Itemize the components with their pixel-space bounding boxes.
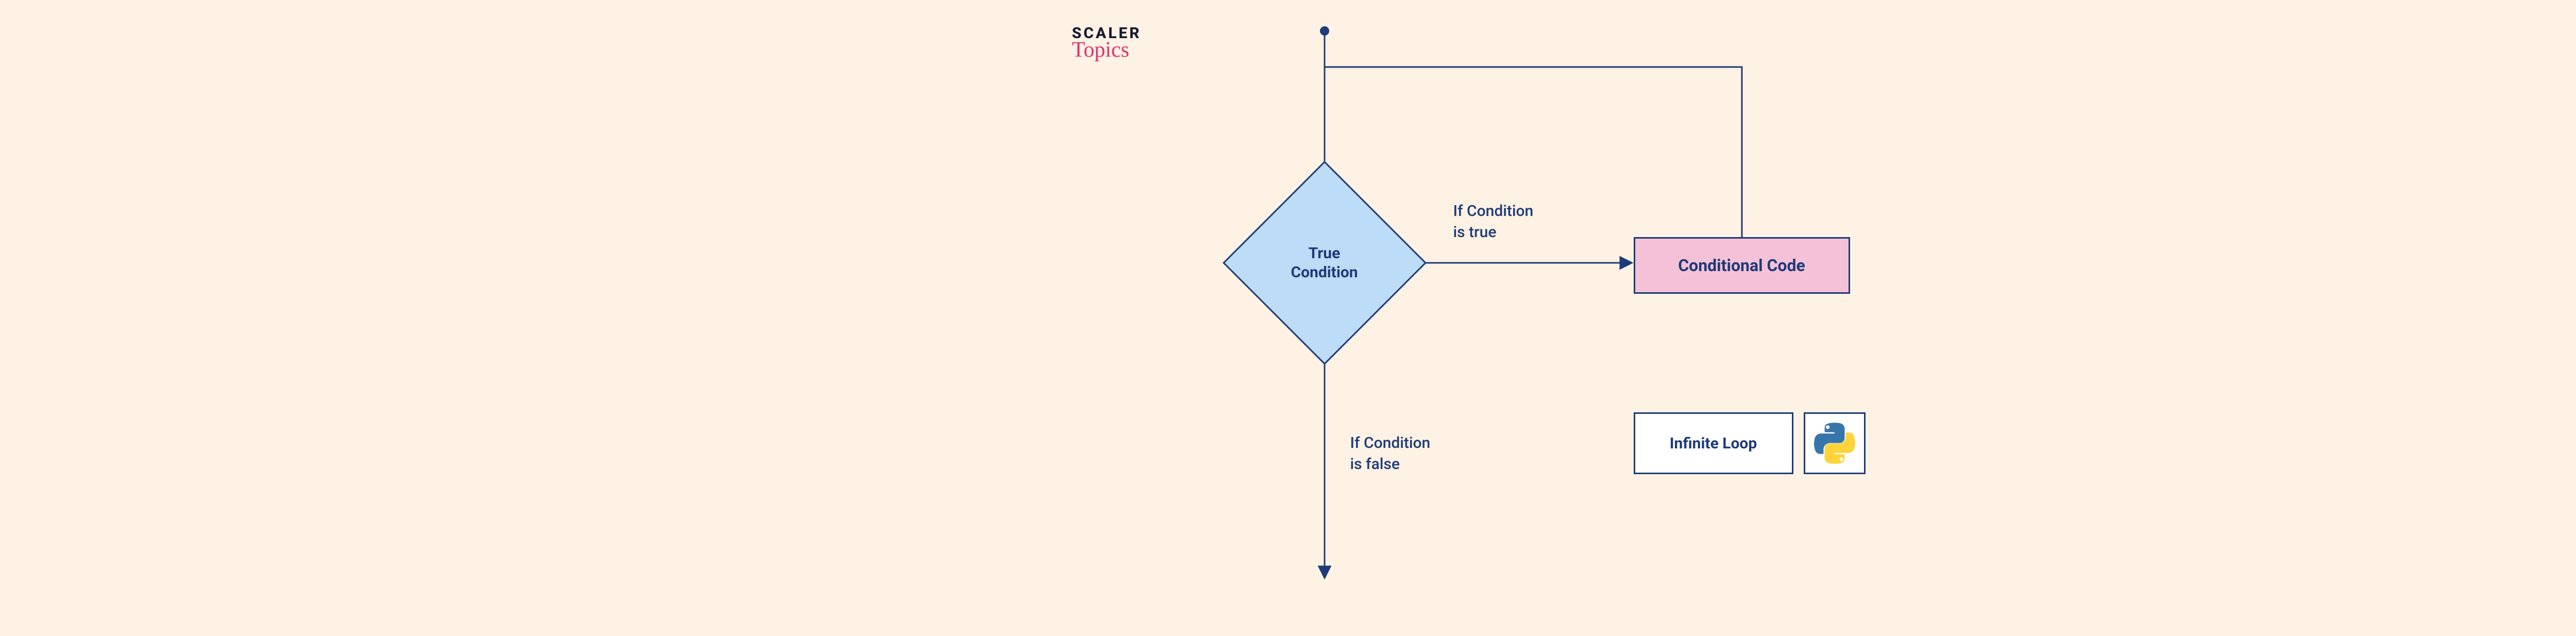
logo-sub: Topics — [1072, 39, 1142, 61]
logo: SCALER Topics — [1072, 26, 1142, 61]
infinite-loop-label: Infinite Loop — [1670, 434, 1757, 453]
decision-label: TrueCondition — [1252, 191, 1397, 335]
infinite-loop-box: Infinite Loop — [1634, 412, 1793, 474]
conditional-code-label: Conditional Code — [1678, 256, 1805, 275]
diagram-canvas: SCALER Topics TrueCondition Conditional … — [1031, 0, 2061, 636]
conditional-code-box: Conditional Code — [1634, 237, 1850, 294]
decision-node: TrueCondition — [1252, 191, 1397, 335]
flow-lines — [1031, 0, 2061, 636]
python-logo-icon — [1814, 423, 1855, 464]
edge-label-false: If Conditionis false — [1350, 433, 1431, 475]
edge-label-true: If Conditionis true — [1453, 201, 1534, 243]
python-icon-box — [1804, 412, 1866, 474]
